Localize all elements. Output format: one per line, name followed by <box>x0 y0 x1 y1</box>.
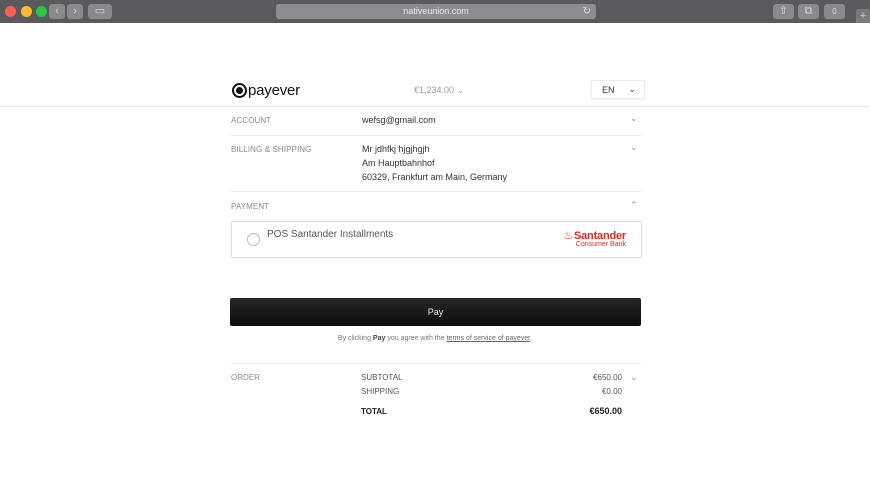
brand-name: Santander <box>574 229 626 242</box>
divider <box>231 191 641 192</box>
payment-radio[interactable] <box>247 233 260 246</box>
santander-logo: ♨ Santander Consumer Bank <box>563 229 626 249</box>
extension-icon[interactable]: 0 <box>824 4 845 19</box>
account-expand-icon[interactable]: ⌄ <box>630 113 638 124</box>
terms-pay-ref: Pay <box>372 335 386 342</box>
payment-option-name: POS Santander Installments <box>267 229 394 240</box>
address-bar[interactable]: nativeunion.com ↻ <box>276 4 596 19</box>
new-tab-button[interactable]: + <box>856 9 870 23</box>
billing-street: Am Hauptbahnhof <box>362 158 435 168</box>
pay-button[interactable]: Pay <box>230 298 641 326</box>
shipping-label: SHIPPING <box>361 387 400 396</box>
shipping-value: €0.00 <box>601 387 622 396</box>
divider <box>231 135 641 136</box>
payment-option-santander[interactable]: POS Santander Installments ♨ Santander C… <box>231 221 642 258</box>
account-label: ACCOUNT <box>231 116 272 125</box>
divider <box>231 363 641 364</box>
terms-prefix: By clicking <box>337 335 373 342</box>
back-icon[interactable]: ‹ <box>49 4 65 19</box>
zoom-window-button[interactable] <box>36 6 47 17</box>
terms-middle: you agree with the <box>385 335 447 342</box>
order-label: ORDER <box>231 373 260 382</box>
payever-logo-icon <box>232 82 247 98</box>
payever-logo: payever <box>232 80 300 100</box>
terms-of-service-link[interactable]: terms of service of payever <box>446 335 530 342</box>
header-divider <box>0 106 870 107</box>
amount-value: €1,234.00 <box>414 85 455 95</box>
subtotal-label: SUBTOTAL <box>361 373 403 382</box>
browser-toolbar: ‹ › ▭ nativeunion.com ↻ ⇧ ⧉ 0 + <box>0 0 870 23</box>
brand-subtitle: Consumer Bank <box>575 241 626 248</box>
reload-icon[interactable]: ↻ <box>583 4 591 19</box>
terms-suffix: . <box>530 335 533 342</box>
chevron-down-icon: ⌄ <box>456 85 465 95</box>
sidebar-toggle-icon[interactable]: ▭ <box>88 4 112 19</box>
amount-dropdown[interactable]: €1,234.00 ⌄ <box>414 85 464 96</box>
terms-text: By clicking Pay you agree with the terms… <box>0 335 870 342</box>
tabs-overview-icon[interactable]: ⧉ <box>798 4 819 19</box>
order-expand-icon[interactable]: ⌄ <box>630 372 638 383</box>
total-value: €650.00 <box>589 406 622 416</box>
billing-city: 60329, Frankfurt am Main, Germany <box>362 172 508 182</box>
account-email: wefsg@gmail.com <box>362 115 436 125</box>
share-icon[interactable]: ⇧ <box>773 4 794 19</box>
billing-expand-icon[interactable]: ⌄ <box>630 142 638 153</box>
minimize-window-button[interactable] <box>21 6 32 17</box>
payment-label: PAYMENT <box>231 202 270 211</box>
language-value: EN <box>602 85 615 95</box>
close-window-button[interactable] <box>5 6 16 17</box>
payment-collapse-icon[interactable]: ⌃ <box>630 200 638 211</box>
logo-text: payever <box>248 81 300 99</box>
subtotal-value: €650.00 <box>593 373 622 382</box>
language-selector[interactable]: EN ⌄ <box>591 80 645 99</box>
forward-icon[interactable]: › <box>67 4 83 19</box>
billing-name: Mr jdhfkj hjgjhgjh <box>362 144 430 154</box>
santander-flame-icon: ♨ <box>563 230 573 242</box>
chevron-down-icon: ⌄ <box>628 84 636 94</box>
url-text: nativeunion.com <box>403 6 469 16</box>
total-label: TOTAL <box>361 407 387 416</box>
billing-shipping-label: BILLING & SHIPPING <box>231 145 312 154</box>
